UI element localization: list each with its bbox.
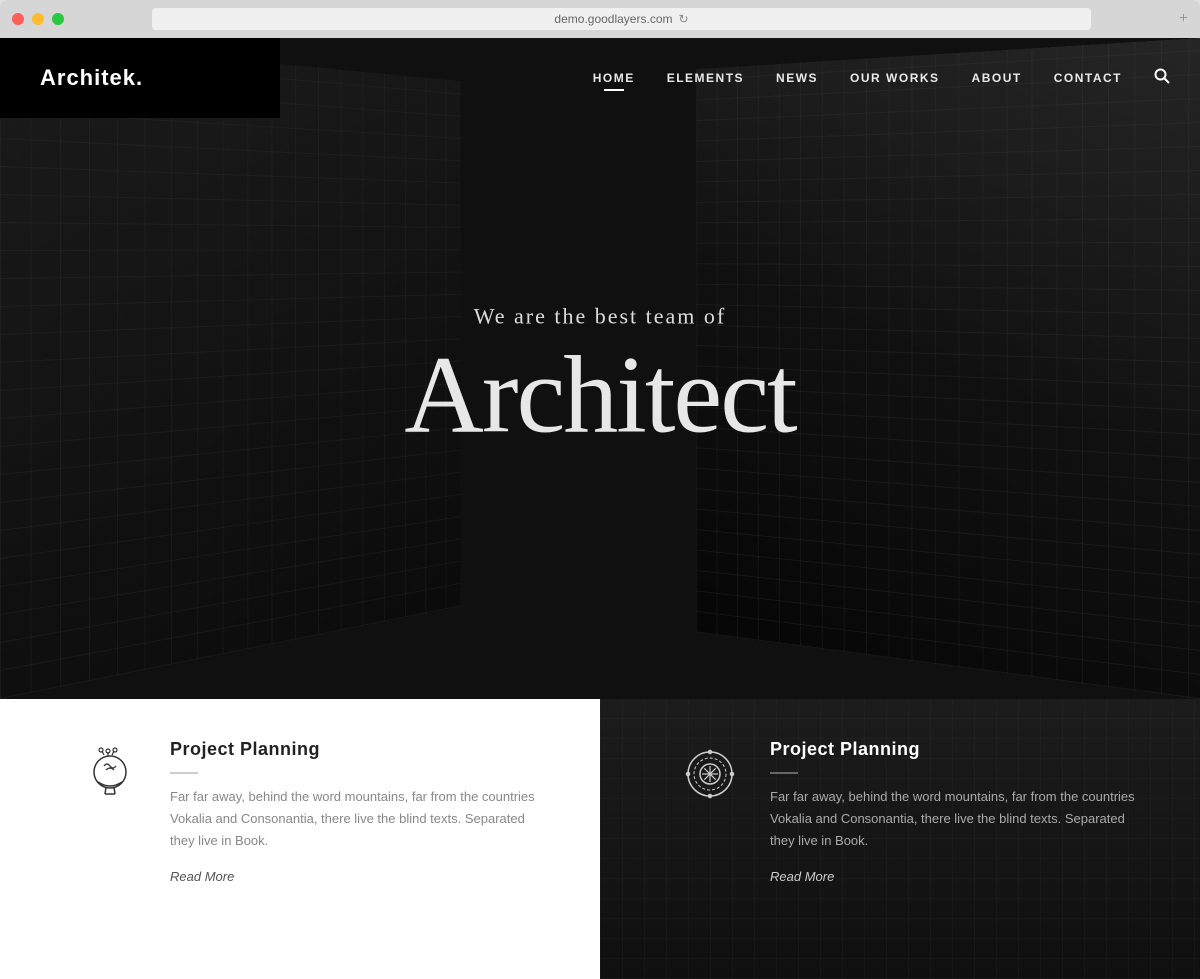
nav-home[interactable]: HOME (593, 71, 635, 85)
card-text-light: Far far away, behind the word mountains,… (170, 786, 550, 852)
card-readmore-dark[interactable]: Read More (770, 869, 834, 884)
search-icon[interactable] (1154, 68, 1170, 89)
navbar: Architek. HOME ELEMENTS NEWS OUR WORKS A… (0, 38, 1200, 118)
card-icon-dark (680, 744, 740, 804)
card-icon-light (80, 744, 140, 804)
address-bar[interactable]: demo.goodlayers.com ↻ (152, 8, 1091, 30)
nav-our-works[interactable]: OUR WORKS (850, 71, 940, 85)
card-title-light: Project Planning (170, 739, 550, 760)
card-body-dark: Project Planning Far far away, behind th… (770, 739, 1150, 886)
card-dark: Project Planning Far far away, behind th… (600, 699, 1200, 979)
card-readmore-light[interactable]: Read More (170, 869, 234, 884)
browser-window: demo.goodlayers.com ↻ + Architek. (0, 0, 1200, 979)
site-logo[interactable]: Architek. (40, 65, 143, 91)
hero-subtitle: We are the best team of (404, 303, 795, 329)
url-text: demo.goodlayers.com (554, 12, 672, 26)
traffic-light-close[interactable] (12, 13, 24, 25)
nav-links: HOME ELEMENTS NEWS OUR WORKS ABOUT CONTA… (593, 68, 1200, 89)
traffic-light-minimize[interactable] (32, 13, 44, 25)
nav-news[interactable]: NEWS (776, 71, 818, 85)
hero-content: We are the best team of Architect (404, 303, 795, 449)
card-light: Project Planning Far far away, behind th… (0, 699, 600, 979)
browser-titlebar: demo.goodlayers.com ↻ + (0, 0, 1200, 38)
nav-contact[interactable]: CONTACT (1054, 71, 1122, 85)
card-text-dark: Far far away, behind the word mountains,… (770, 786, 1150, 852)
website: Architek. HOME ELEMENTS NEWS OUR WORKS A… (0, 38, 1200, 979)
traffic-light-maximize[interactable] (52, 13, 64, 25)
nav-logo-area: Architek. (0, 38, 280, 118)
card-title-dark: Project Planning (770, 739, 1150, 760)
browser-content: Architek. HOME ELEMENTS NEWS OUR WORKS A… (0, 38, 1200, 979)
card-body-light: Project Planning Far far away, behind th… (170, 739, 550, 886)
card-divider-light (170, 772, 198, 774)
card-divider-dark (770, 772, 798, 774)
reload-icon[interactable]: ↻ (678, 12, 688, 26)
cards-section: Project Planning Far far away, behind th… (0, 699, 1200, 979)
nav-elements[interactable]: ELEMENTS (667, 71, 744, 85)
nav-about[interactable]: ABOUT (972, 71, 1022, 85)
hero-title: Architect (404, 339, 795, 449)
hero-section: Architek. HOME ELEMENTS NEWS OUR WORKS A… (0, 38, 1200, 699)
add-tab-button[interactable]: + (1179, 10, 1188, 28)
